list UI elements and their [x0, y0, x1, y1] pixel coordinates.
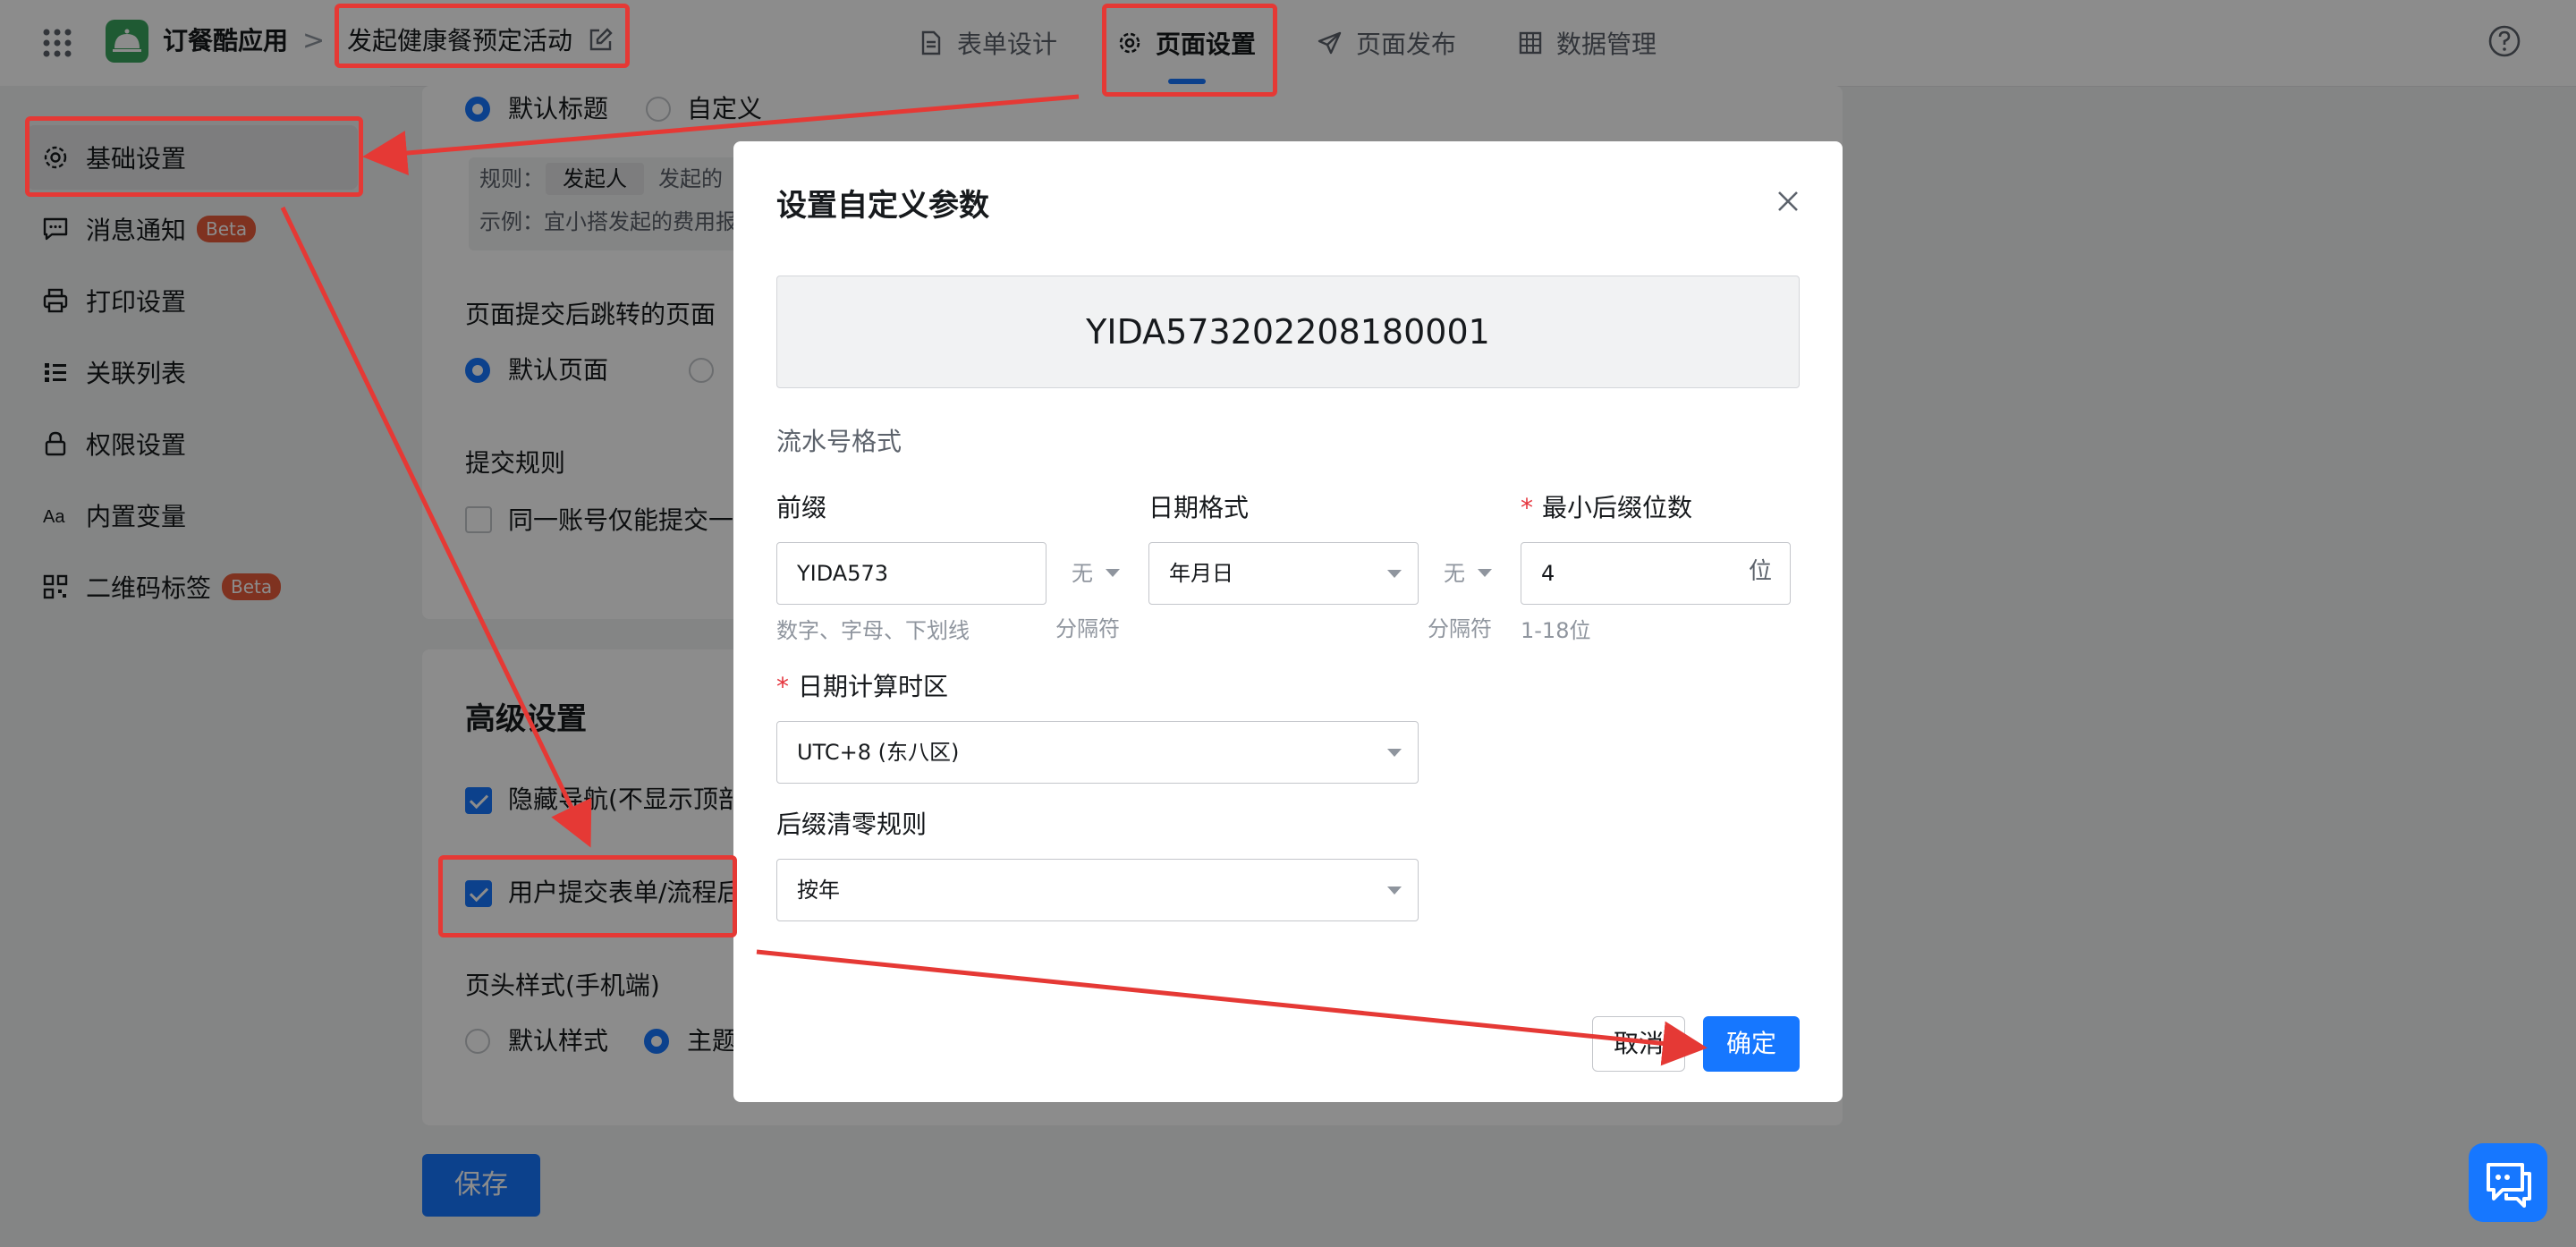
- date-separator-select[interactable]: 无: [1444, 542, 1492, 605]
- serial-format-label: 流水号格式: [776, 427, 902, 456]
- dialog-title: 设置自定义参数: [776, 188, 989, 224]
- required-mark: *: [776, 672, 789, 701]
- timezone-label-text: 日期计算时区: [798, 672, 949, 701]
- cancel-button[interactable]: 取消: [1592, 1016, 1685, 1072]
- confirm-button[interactable]: 确定: [1703, 1016, 1800, 1072]
- timezone-label: * 日期计算时区: [776, 669, 948, 705]
- separator-value: 无: [1072, 561, 1093, 586]
- min-digits-label-text: 最小后缀位数: [1542, 493, 1693, 522]
- chevron-down-icon: [1387, 570, 1402, 578]
- min-digits-hint: 1-18位: [1521, 618, 1591, 643]
- serial-number-preview: YIDA573202208180001: [776, 276, 1800, 388]
- min-digits-unit: 位: [1748, 558, 1772, 585]
- highlight-after-submit: [438, 855, 737, 937]
- min-digits-label: * 最小后缀位数: [1521, 490, 1692, 526]
- reset-rule-value: 按年: [797, 878, 840, 903]
- min-digits-input[interactable]: 4 位: [1521, 542, 1791, 605]
- chevron-down-icon: [1106, 569, 1120, 577]
- date-format-label: 日期格式: [1148, 493, 1250, 522]
- date-format-value: 年月日: [1169, 561, 1233, 586]
- date-format-select[interactable]: 年月日: [1148, 542, 1419, 605]
- close-icon[interactable]: [1773, 186, 1803, 216]
- chat-assistant-button[interactable]: [2469, 1143, 2547, 1222]
- chevron-down-icon: [1387, 886, 1402, 895]
- reset-rule-label: 后缀清零规则: [776, 810, 928, 839]
- chat-icon: [2487, 1163, 2531, 1208]
- date-separator-hint: 分隔符: [1428, 616, 1492, 641]
- highlight-page-settings-tab: [1102, 4, 1277, 97]
- chevron-down-icon: [1478, 569, 1492, 577]
- prefix-separator-select[interactable]: 无: [1072, 542, 1120, 605]
- chevron-down-icon: [1387, 749, 1402, 757]
- reset-rule-select[interactable]: 按年: [776, 859, 1419, 921]
- separator-value: 无: [1444, 561, 1465, 586]
- min-digits-value: 4: [1541, 561, 1555, 586]
- timezone-value: UTC+8 (东八区): [797, 740, 960, 765]
- prefix-input[interactable]: YIDA573: [776, 542, 1046, 605]
- prefix-hint: 数字、字母、下划线: [776, 618, 970, 643]
- timezone-select[interactable]: UTC+8 (东八区): [776, 721, 1419, 784]
- highlight-basic-settings: [25, 116, 363, 197]
- required-mark: *: [1521, 493, 1533, 522]
- prefix-label: 前缀: [776, 493, 827, 522]
- highlight-page-name: [335, 4, 630, 68]
- prefix-separator-hint: 分隔符: [1055, 616, 1120, 641]
- custom-params-dialog: 设置自定义参数 YIDA573202208180001 流水号格式 前缀 YID…: [733, 141, 1843, 1102]
